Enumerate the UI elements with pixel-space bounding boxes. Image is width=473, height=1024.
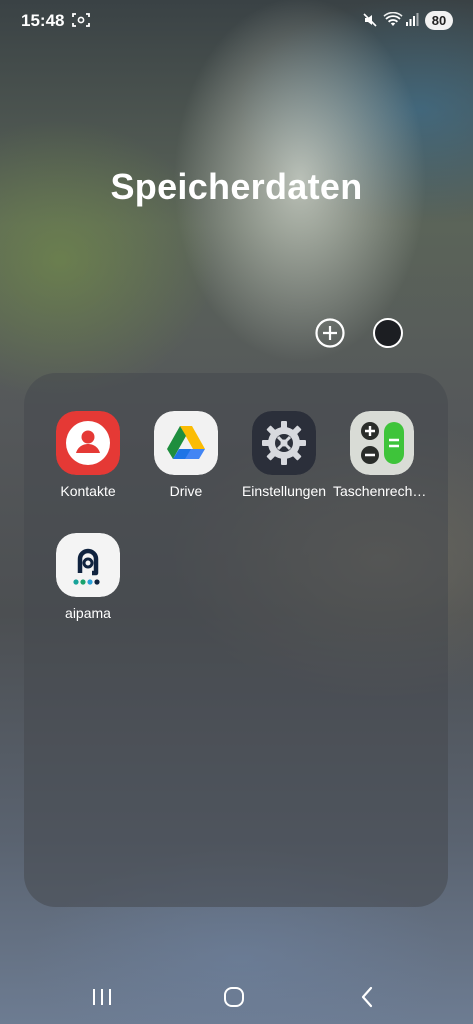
battery-icon: 80 <box>425 11 453 30</box>
folder-color-icon[interactable] <box>373 318 403 348</box>
screenshot-icon <box>72 13 90 27</box>
folder-title[interactable]: Speicherdaten <box>0 166 473 208</box>
google-drive-icon <box>154 411 218 475</box>
status-time: 15:48 <box>21 11 65 30</box>
plus-circle-icon[interactable] <box>314 317 346 349</box>
folder-panel: Kontakte Drive Einstellungen Taschenrech… <box>24 373 448 907</box>
app-kontakte[interactable]: Kontakte <box>39 411 137 499</box>
home-icon[interactable] <box>222 985 246 1009</box>
app-einstellungen[interactable]: Einstellungen <box>235 411 333 499</box>
app-label: Taschenrechn... <box>333 483 431 499</box>
calculator-icon <box>350 411 414 475</box>
status-bar: 15:48 80 <box>0 0 473 44</box>
app-drive[interactable]: Drive <box>137 411 235 499</box>
signal-icon <box>406 13 419 26</box>
mute-icon <box>363 13 377 27</box>
app-label: aipama <box>65 605 111 621</box>
app-label: Drive <box>169 483 203 499</box>
back-icon[interactable] <box>358 985 376 1009</box>
app-label: Kontakte <box>60 483 116 499</box>
navigation-bar <box>0 960 473 1024</box>
app-label: Einstellungen <box>241 483 327 499</box>
aipama-icon <box>56 533 120 597</box>
wifi-icon <box>383 12 403 26</box>
settings-gear-icon <box>252 411 316 475</box>
app-aipama[interactable]: aipama <box>39 533 137 621</box>
contacts-icon <box>56 411 120 475</box>
recent-apps-icon[interactable] <box>90 988 114 1006</box>
app-taschenrechner[interactable]: Taschenrechn... <box>333 411 431 499</box>
